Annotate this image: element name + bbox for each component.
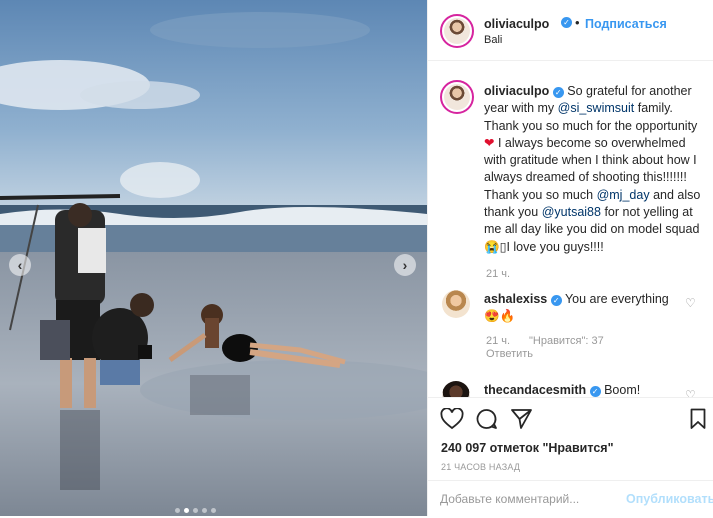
carousel-dot-active — [184, 508, 189, 513]
author-username[interactable]: oliviaculpo — [484, 17, 549, 31]
location-link[interactable]: Bali — [484, 34, 502, 46]
comment-text: thecandacesmith ✓ Boom! — [484, 383, 640, 397]
post-actions: 240 097 отметок "Нравится" 21 ЧАСОВ НАЗА… — [428, 397, 713, 517]
verified-icon: ✓ — [561, 17, 572, 28]
carousel-dot — [193, 508, 198, 513]
carousel-indicator — [175, 508, 216, 513]
like-comment-heart-icon[interactable]: ♡ — [685, 296, 696, 310]
comment-bubble-icon[interactable] — [475, 408, 498, 430]
separator-dot: • — [575, 15, 580, 30]
comment-username[interactable]: ashalexiss — [484, 292, 547, 306]
carousel-dot — [211, 508, 216, 513]
bookmark-icon[interactable] — [690, 408, 706, 430]
mention-link[interactable]: @yutsai88 — [542, 205, 601, 219]
carousel-dot — [202, 508, 207, 513]
comment-timestamp[interactable]: 21 ч. — [486, 335, 510, 347]
caption-author-avatar[interactable] — [440, 80, 474, 114]
caption-username[interactable]: oliviaculpo — [484, 84, 549, 98]
commenter-avatar[interactable] — [442, 290, 470, 318]
verified-icon: ✓ — [552, 87, 564, 98]
comment-body: You are everything — [564, 292, 669, 306]
post-timestamp[interactable]: 21 ЧАСОВ НАЗАД — [441, 462, 520, 472]
follow-button[interactable]: Подписаться — [585, 17, 667, 31]
comment-username[interactable]: thecandacesmith — [484, 383, 586, 397]
red-heart-emoji: ❤ — [484, 135, 495, 150]
comment-likes-count[interactable]: "Нравится": 37 — [529, 335, 604, 347]
comment-emoji: 😍🔥 — [484, 309, 516, 323]
publish-comment-button[interactable]: Опубликовать — [626, 492, 713, 506]
mention-link[interactable]: @mj_day — [597, 188, 650, 202]
author-avatar[interactable] — [440, 14, 474, 48]
comment-input[interactable] — [440, 492, 610, 506]
chevron-left-icon: ‹ — [17, 257, 23, 273]
verified-icon: ✓ — [589, 386, 601, 397]
carousel-dot — [175, 508, 180, 513]
reply-button[interactable]: Ответить — [486, 348, 533, 360]
caption-text: oliviaculpo ✓ So grateful for another ye… — [484, 83, 704, 256]
share-paper-plane-icon[interactable] — [510, 408, 533, 430]
post-header: oliviaculpo ✓ • Подписаться Bali — [428, 0, 713, 61]
next-photo-button[interactable]: › — [394, 254, 416, 276]
add-comment-bar: Опубликовать — [428, 480, 713, 518]
caption-timestamp[interactable]: 21 ч. — [486, 268, 510, 280]
post-side-panel: oliviaculpo ✓ • Подписаться Bali oliviac… — [427, 0, 713, 517]
likes-count[interactable]: 240 097 отметок "Нравится" — [441, 441, 614, 455]
previous-photo-button[interactable]: ‹ — [9, 254, 31, 276]
comment-text: ashalexiss ✓ You are everything 😍🔥 — [484, 291, 684, 325]
verified-icon: ✓ — [550, 295, 562, 306]
chevron-right-icon: › — [402, 257, 408, 273]
mention-link[interactable]: @si_swimsuit — [558, 101, 635, 115]
comment-body: Boom! — [604, 383, 641, 397]
post-photo[interactable]: ‹ › — [0, 0, 427, 516]
like-heart-icon[interactable] — [440, 408, 464, 430]
beach-photo — [0, 0, 427, 516]
